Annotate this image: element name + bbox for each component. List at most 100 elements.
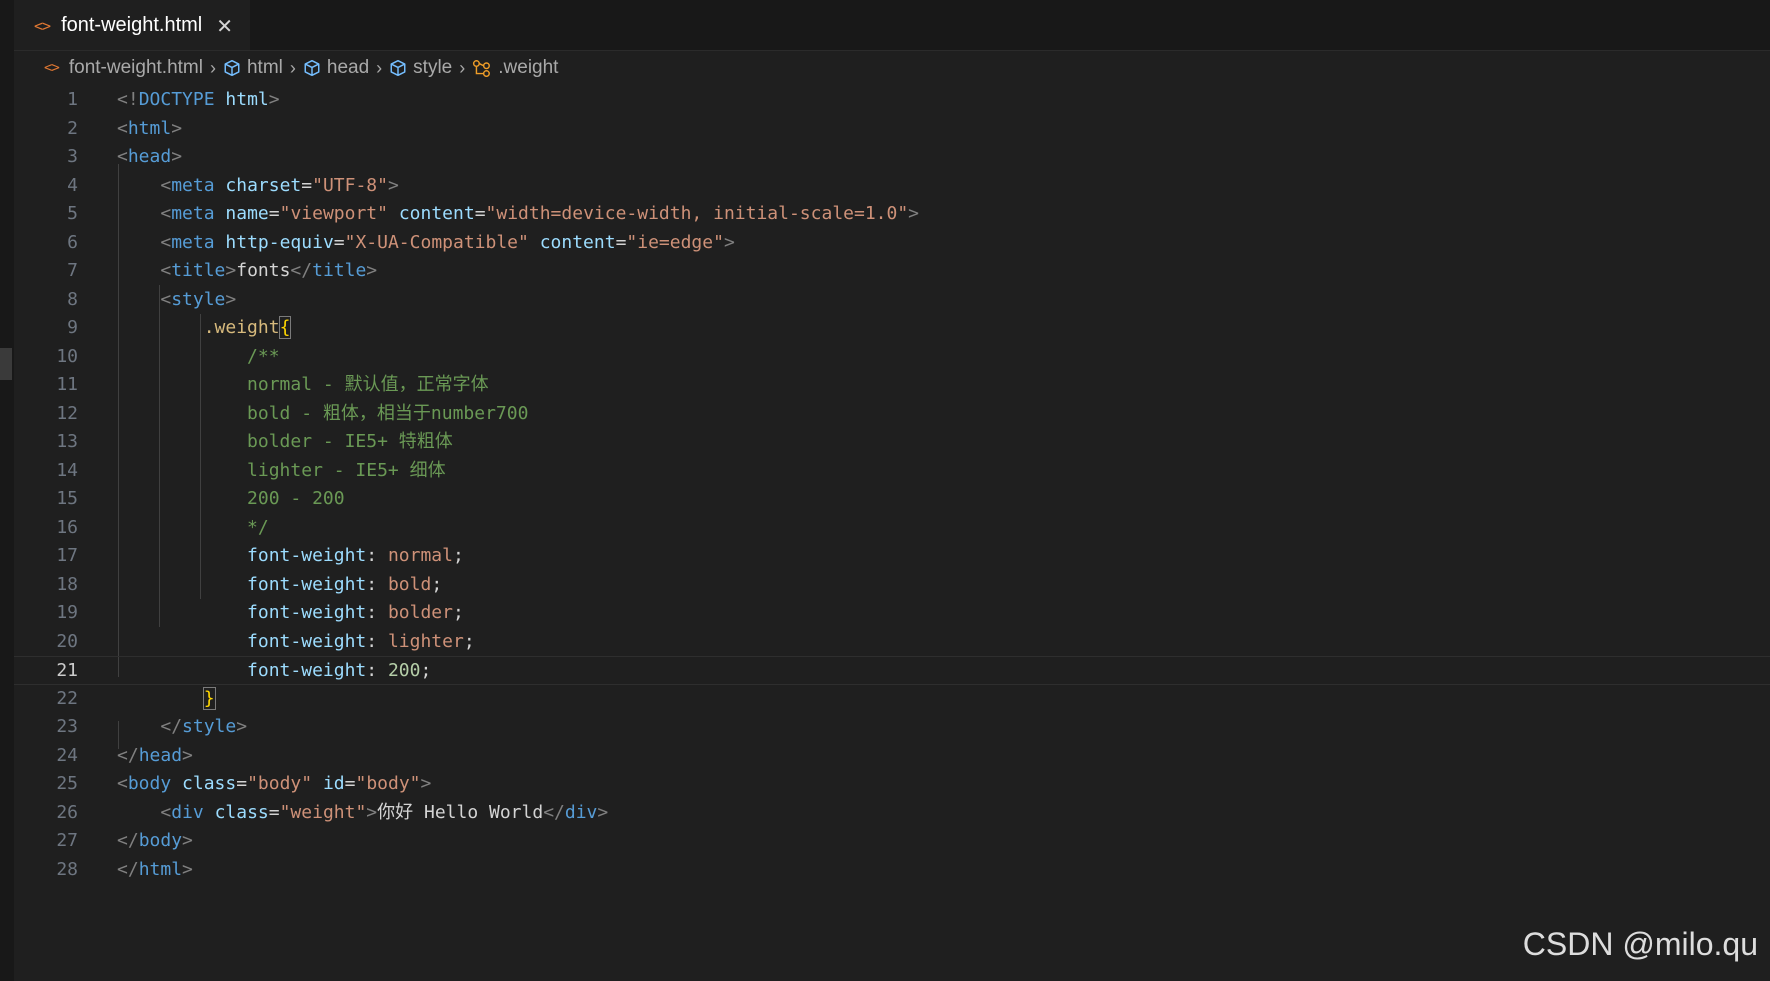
breadcrumb-item-head[interactable]: head <box>303 57 369 79</box>
code-line[interactable]: 11 normal - 默认值，正常字体 <box>14 371 1770 400</box>
line-number: 3 <box>67 146 78 167</box>
code-text: */ <box>117 516 269 538</box>
code-text: <meta http-equiv="X-UA-Compatible" conte… <box>160 231 735 253</box>
code-line[interactable]: 28 </html> <box>14 856 1770 885</box>
close-icon[interactable]: ✕ <box>216 14 233 38</box>
code-text: <html> <box>117 117 183 139</box>
code-line[interactable]: 7 <title>fonts</title> <box>14 257 1770 286</box>
code-text: bolder - IE5+ 特粗体 <box>117 431 453 452</box>
code-line[interactable]: 5 <meta name="viewport" content="width=d… <box>14 200 1770 229</box>
code-text: .weight{ <box>203 316 292 339</box>
code-text: normal - 默认值，正常字体 <box>117 374 489 395</box>
breadcrumb-item-weight[interactable]: .weight <box>472 57 558 79</box>
code-line[interactable]: 19 font-weight: bolder; <box>14 599 1770 628</box>
code-editor[interactable]: 1 <!DOCTYPE html> 2 <html> 3 <head> 4 <meta ch… <box>14 86 1770 884</box>
code-line[interactable]: 1 <!DOCTYPE html> <box>14 86 1770 115</box>
line-number: 21 <box>56 660 78 681</box>
code-line[interactable]: 4 <meta charset="UTF-8"> <box>14 172 1770 201</box>
line-number: 5 <box>67 203 78 224</box>
code-line[interactable]: 24 </head> <box>14 742 1770 771</box>
code-line[interactable]: 8 <style> <box>14 286 1770 315</box>
code-text: </head> <box>117 744 193 766</box>
line-number: 4 <box>67 174 78 196</box>
tab-title: font-weight.html <box>61 14 203 36</box>
code-text: <meta name="viewport" content="width=dev… <box>160 203 920 224</box>
code-line[interactable]: 15 200 - 200 <box>14 485 1770 514</box>
code-text: <body class="body" id="body"> <box>117 773 432 794</box>
line-number: 19 <box>56 602 78 623</box>
code-text: font-weight: lighter; <box>247 630 475 652</box>
breadcrumb-label: font-weight.html <box>68 57 203 78</box>
line-number: 23 <box>56 716 78 737</box>
code-line[interactable]: 10 /** <box>14 343 1770 372</box>
html-file-icon: <> <box>44 60 60 76</box>
code-line[interactable]: 16 */ <box>14 514 1770 543</box>
code-line[interactable]: 25 <body class="body" id="body"> <box>14 770 1770 799</box>
line-number: 15 <box>56 488 78 509</box>
scroll-marker[interactable] <box>0 348 12 380</box>
tab-font-weight-html[interactable]: <> font-weight.html ✕ <box>14 0 250 50</box>
line-number: 1 <box>67 89 78 110</box>
code-text: font-weight: normal; <box>247 545 464 566</box>
line-number: 25 <box>56 773 78 794</box>
breadcrumb-item-file[interactable]: <> font-weight.html <box>44 57 203 79</box>
code-line[interactable]: 6 <meta http-equiv="X-UA-Compatible" con… <box>14 229 1770 258</box>
chevron-right-icon: › <box>289 57 296 78</box>
code-line[interactable]: 2 <html> <box>14 115 1770 144</box>
line-number: 27 <box>56 830 78 851</box>
breadcrumb-item-style[interactable]: style <box>389 57 452 79</box>
line-number: 12 <box>56 402 78 424</box>
code-text: /** <box>117 345 280 367</box>
code-text: lighter - IE5+ 细体 <box>117 459 446 481</box>
breadcrumb-item-html[interactable]: html <box>223 57 283 79</box>
code-line[interactable]: 22 } <box>14 685 1770 714</box>
code-line[interactable]: 9 .weight{ <box>14 314 1770 343</box>
breadcrumb-label: .weight <box>498 57 559 78</box>
breadcrumb-label: style <box>413 57 453 78</box>
line-number: 9 <box>67 317 78 338</box>
code-text: <!DOCTYPE html> <box>117 89 280 110</box>
code-line[interactable]: 20 font-weight: lighter; <box>14 628 1770 657</box>
code-line[interactable]: 17 font-weight: normal; <box>14 542 1770 571</box>
editor-window: <> font-weight.html ✕ <> font-weight.htm… <box>0 0 1770 981</box>
code-text: </html> <box>117 858 193 880</box>
line-number: 26 <box>56 801 78 823</box>
line-number: 16 <box>56 516 78 538</box>
code-line[interactable]: 3 <head> <box>14 143 1770 172</box>
html-file-icon: <> <box>34 16 51 35</box>
code-line[interactable]: 23 </style> <box>14 713 1770 742</box>
code-text: } <box>202 686 216 710</box>
code-line[interactable]: 13 bolder - IE5+ 特粗体 <box>14 428 1770 457</box>
breadcrumb: <> font-weight.html › html › head › styl… <box>44 55 558 81</box>
code-text: <style> <box>160 288 237 310</box>
code-text: font-weight: 200; <box>247 660 432 681</box>
line-number: 24 <box>56 744 78 766</box>
code-text: <head> <box>117 146 183 167</box>
watermark: CSDN @milo.qu <box>1522 926 1758 962</box>
line-number: 28 <box>56 858 78 880</box>
line-number: 6 <box>67 231 78 253</box>
code-line[interactable]: 26 <div class="weight">你好 Hello World</d… <box>14 799 1770 828</box>
code-text: </style> <box>160 716 248 737</box>
activity-strip <box>0 0 14 981</box>
cube-icon <box>304 59 320 77</box>
code-text: font-weight: bolder; <box>247 602 464 623</box>
code-line[interactable]: 18 font-weight: bold; <box>14 571 1770 600</box>
line-number: 14 <box>56 459 78 481</box>
code-text: <meta charset="UTF-8"> <box>160 174 399 196</box>
code-line[interactable]: 27 </body> <box>14 827 1770 856</box>
line-number: 11 <box>56 374 78 395</box>
line-number: 10 <box>56 345 78 367</box>
code-line[interactable]: 12 bold - 粗体，相当于number700 <box>14 400 1770 429</box>
code-line[interactable]: 14 lighter - IE5+ 细体 <box>14 457 1770 486</box>
code-text: <div class="weight">你好 Hello World</div> <box>160 801 609 823</box>
chevron-right-icon: › <box>459 57 466 78</box>
tab-bar: <> font-weight.html ✕ <box>14 0 1770 51</box>
code-line[interactable]: 21 font-weight: 200; <box>14 656 1770 685</box>
css-class-icon <box>473 60 491 77</box>
breadcrumb-label: head <box>326 57 370 78</box>
code-text: </body> <box>117 830 193 851</box>
code-text: <title>fonts</title> <box>160 260 378 281</box>
line-number: 22 <box>56 687 78 709</box>
code-text: 200 - 200 <box>117 488 345 509</box>
